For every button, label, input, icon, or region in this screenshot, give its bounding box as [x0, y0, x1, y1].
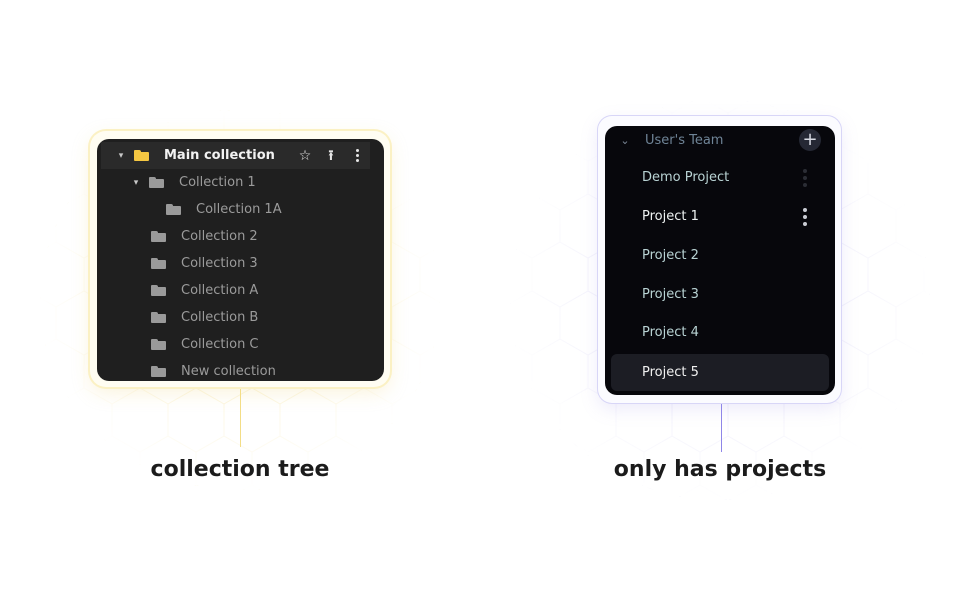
- project-item[interactable]: Demo Project: [611, 159, 829, 196]
- tree-row-collection[interactable]: Collection 3: [97, 250, 384, 277]
- folder-icon: [151, 231, 166, 242]
- projects-panel: ⌄ User's Team + Demo Project Project 1 P…: [605, 126, 835, 395]
- more-vertical-icon[interactable]: [350, 149, 364, 162]
- tree-row-label: Collection 1A: [196, 202, 282, 217]
- tree-row-label: Collection 3: [181, 256, 258, 271]
- chevron-down-icon[interactable]: ⌄: [605, 134, 645, 147]
- tree-row-label: Collection 2: [181, 229, 258, 244]
- folder-icon: [151, 339, 166, 350]
- tree-row-label: Main collection: [164, 148, 275, 163]
- tree-row-collection[interactable]: Collection 1A: [97, 196, 384, 223]
- add-project-button[interactable]: +: [799, 129, 821, 151]
- project-label: Project 3: [642, 287, 699, 302]
- project-item[interactable]: Project 3: [611, 276, 829, 313]
- tree-row-collection[interactable]: Collection C: [97, 331, 384, 358]
- project-item[interactable]: Project 2: [611, 237, 829, 274]
- tree-row-collection[interactable]: Collection A: [97, 277, 384, 304]
- collection-tree-panel: ▾ Main collection ☆ ⭱ ▾ Collection 1 Col…: [97, 139, 384, 381]
- more-vertical-icon[interactable]: [803, 168, 807, 187]
- caret-down-icon[interactable]: ▾: [131, 178, 141, 188]
- folder-icon: [149, 177, 164, 188]
- project-label: Project 1: [642, 209, 699, 224]
- only-projects-caption: only has projects: [613, 457, 827, 482]
- tree-row-collection[interactable]: New collection: [97, 358, 384, 381]
- project-label: Project 5: [642, 365, 699, 380]
- folder-icon: [166, 204, 181, 215]
- connector-line: [240, 389, 241, 447]
- tree-row-collection[interactable]: Collection 2: [97, 223, 384, 250]
- caret-down-icon[interactable]: ▾: [116, 151, 126, 161]
- project-label: Demo Project: [642, 170, 730, 185]
- tree-row-label: Collection C: [181, 337, 259, 352]
- folder-icon: [151, 258, 166, 269]
- connector-line: [721, 404, 722, 452]
- project-item-selected[interactable]: Project 5: [611, 354, 829, 391]
- more-vertical-icon[interactable]: [803, 207, 807, 226]
- project-item[interactable]: Project 1: [611, 198, 829, 235]
- folder-icon: [151, 312, 166, 323]
- tree-row-label: New collection: [181, 364, 276, 379]
- tree-row-label: Collection 1: [179, 175, 256, 190]
- tree-row-label: Collection B: [181, 310, 259, 325]
- tree-row-main-collection[interactable]: ▾ Main collection ☆ ⭱: [101, 142, 370, 169]
- project-label: Project 2: [642, 248, 699, 263]
- tree-row-collection[interactable]: ▾ Collection 1: [97, 169, 384, 196]
- tree-row-collection[interactable]: Collection B: [97, 304, 384, 331]
- collection-tree-caption: collection tree: [150, 457, 330, 482]
- project-item[interactable]: Project 4: [611, 314, 829, 351]
- folder-icon: [151, 285, 166, 296]
- project-label: Project 4: [642, 325, 699, 340]
- team-label: User's Team: [645, 132, 724, 148]
- star-icon[interactable]: ☆: [298, 149, 312, 163]
- upload-icon[interactable]: ⭱: [324, 149, 338, 163]
- folder-icon: [151, 366, 166, 377]
- folder-icon: [134, 150, 149, 161]
- tree-row-label: Collection A: [181, 283, 259, 298]
